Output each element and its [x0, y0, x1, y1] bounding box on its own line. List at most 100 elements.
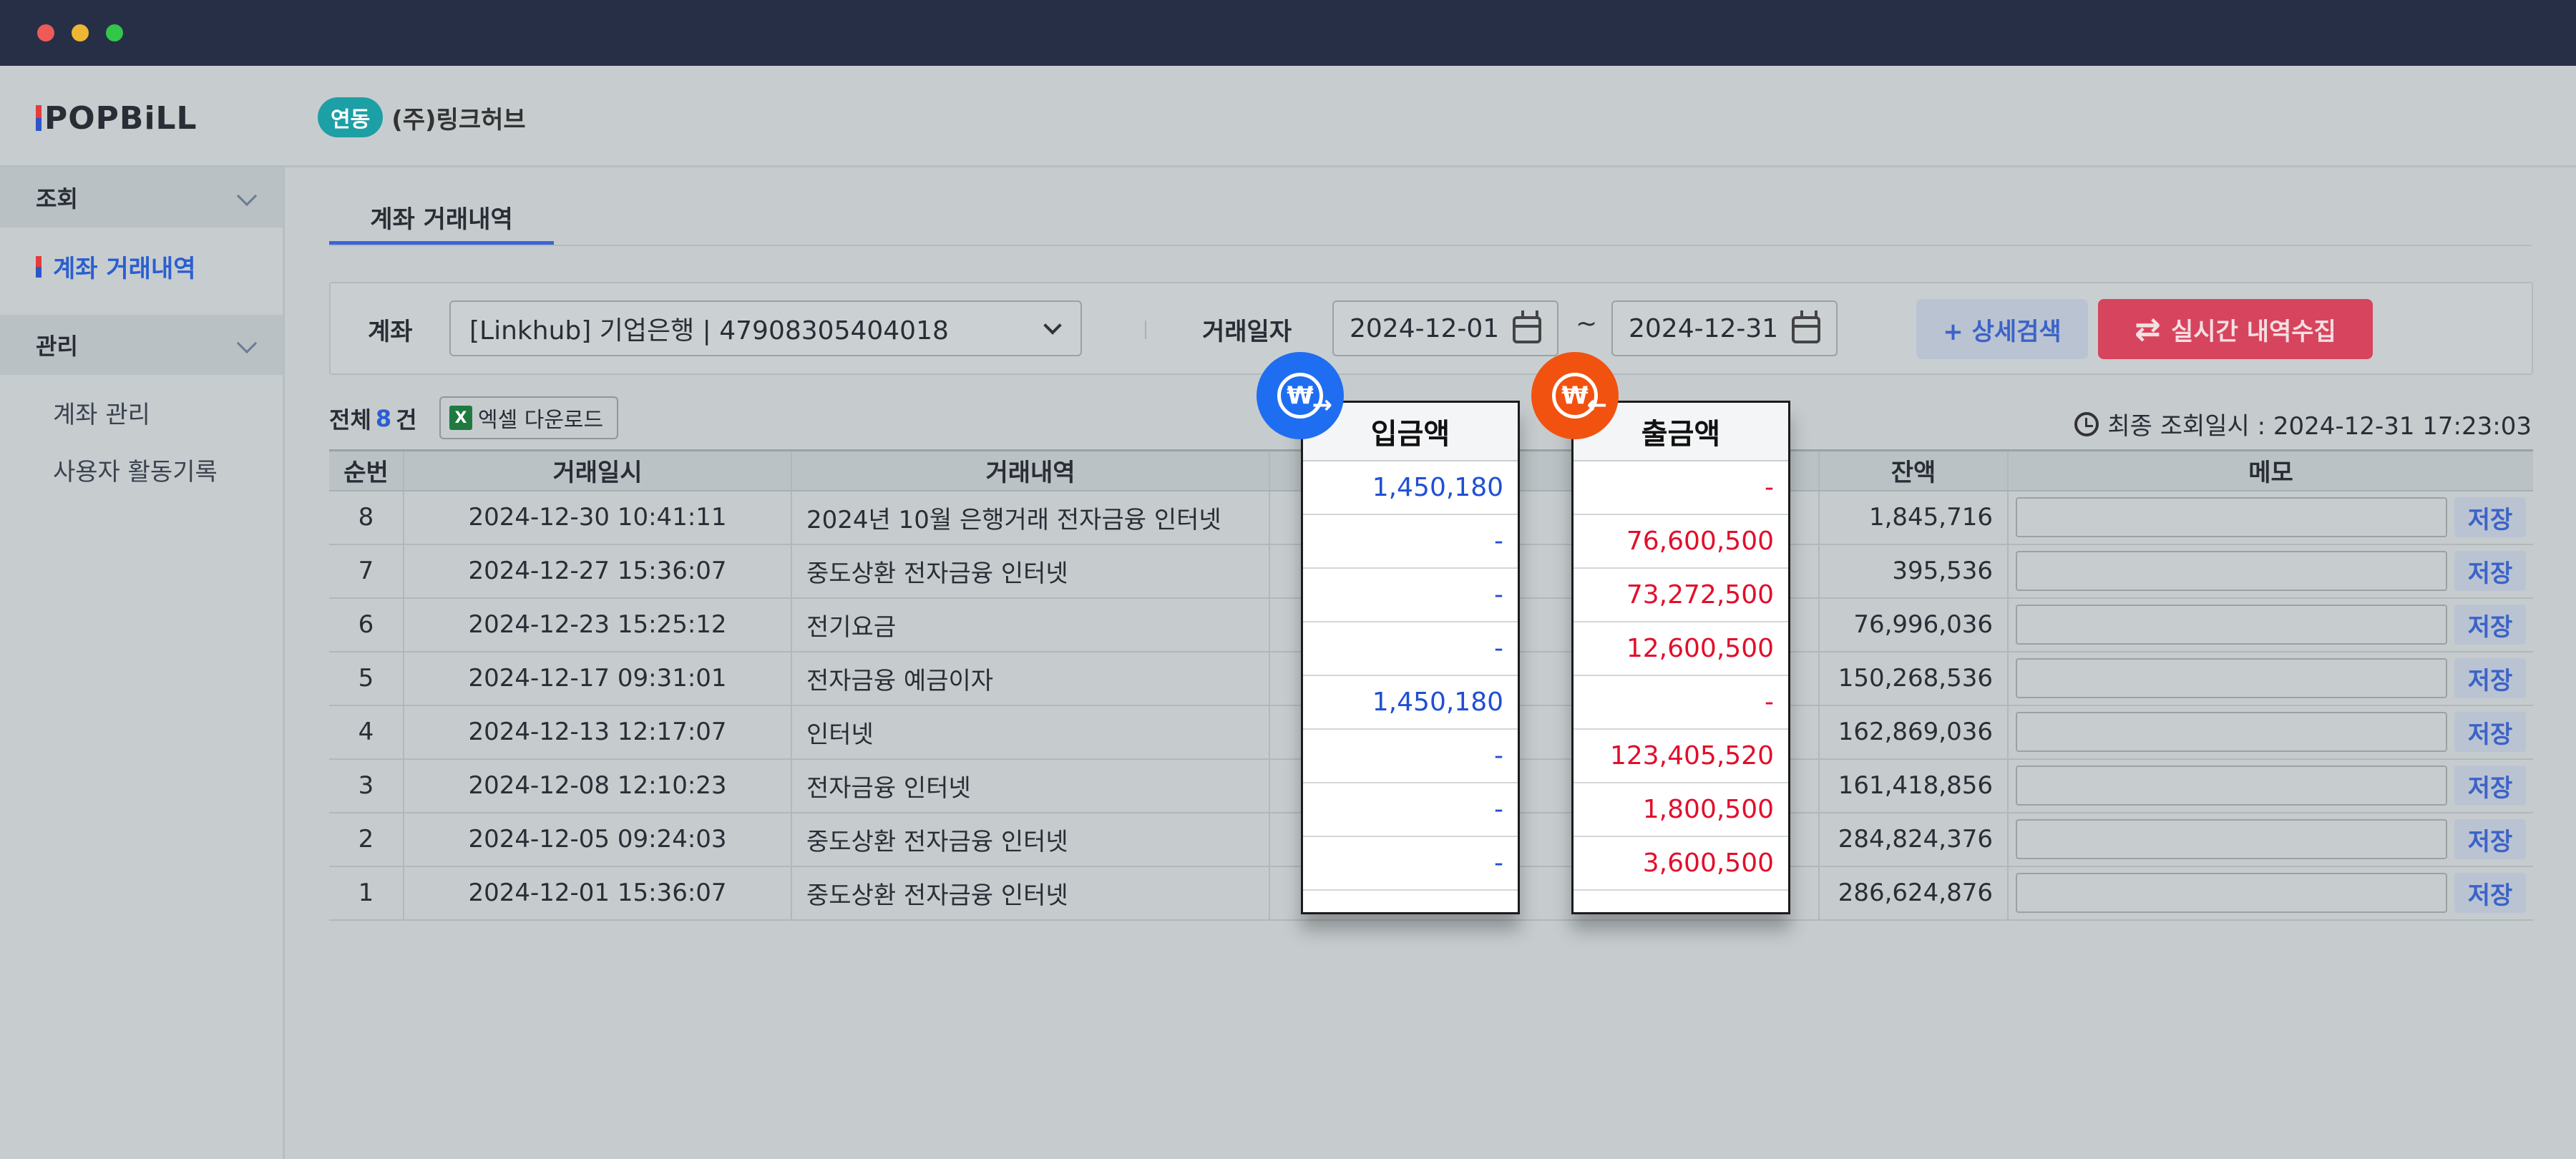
cell-no: 4: [329, 705, 404, 760]
withdraw-amount: 76,600,500: [1574, 515, 1788, 569]
account-select[interactable]: [Linkhub] 기업은행 | 47908305404018: [449, 300, 1082, 356]
window-titlebar: [0, 0, 2576, 66]
cell-no: 6: [329, 597, 404, 652]
total-count: 전체 8 건: [329, 402, 417, 435]
maximize-window-button[interactable]: [106, 24, 123, 41]
cell-description: 전자금융 인터넷: [791, 758, 1270, 813]
deposit-amount: 1,450,180: [1303, 461, 1518, 515]
cell-memo: 저장: [2008, 544, 2533, 599]
save-memo-button[interactable]: 저장: [2454, 819, 2526, 859]
deposit-card: 입금액 1,450,180- - -1,450,180- - -: [1301, 401, 1520, 914]
save-memo-button[interactable]: 저장: [2454, 658, 2526, 698]
cell-balance: 76,996,036: [1819, 597, 2009, 652]
calendar-icon[interactable]: [1792, 310, 1820, 343]
cell-memo: 저장: [2008, 705, 2533, 760]
tab-divider: [329, 245, 2532, 246]
tab-account-transactions[interactable]: 계좌 거래내역: [329, 193, 554, 246]
cell-no: 3: [329, 758, 404, 813]
withdraw-amount: -: [1574, 676, 1788, 730]
deposit-amount: -: [1303, 622, 1518, 676]
live-collect-button[interactable]: ⇄ 실시간 내역수집: [2098, 299, 2373, 359]
cell-description: 중도상환 전자금융 인터넷: [791, 812, 1270, 867]
memo-input[interactable]: [2016, 497, 2447, 537]
cell-memo: 저장: [2008, 597, 2533, 652]
calendar-icon[interactable]: [1513, 310, 1541, 343]
logo-text: POPBiLL: [44, 99, 197, 137]
header-no: 순번: [329, 449, 404, 492]
memo-input[interactable]: [2016, 551, 2447, 591]
chevron-down-icon: [236, 185, 258, 207]
memo-input[interactable]: [2016, 819, 2447, 859]
date-from-value: 2024-12-01: [1350, 313, 1500, 343]
popbill-logo[interactable]: POPBiLL: [36, 99, 197, 137]
sidebar: 조회 계좌 거래내역 관리 계좌 관리 사용자 활동기록: [0, 167, 285, 1159]
app-header: POPBiLL 연동 (주)링크허브: [0, 66, 2576, 167]
memo-input[interactable]: [2016, 873, 2447, 913]
memo-input[interactable]: [2016, 658, 2447, 698]
minimize-window-button[interactable]: [72, 24, 89, 41]
last-query-time: 최종 조회일시 : 2024-12-31 17:23:03: [2074, 406, 2532, 441]
memo-input[interactable]: [2016, 605, 2447, 645]
sync-icon: ⇄: [2135, 310, 2162, 348]
header-datetime: 거래일시: [404, 449, 792, 492]
sidebar-item-user-activity[interactable]: 사용자 활동기록: [53, 452, 218, 487]
cell-balance: 284,824,376: [1819, 812, 2009, 867]
header-balance: 잔액: [1819, 449, 2009, 492]
cell-memo: 저장: [2008, 758, 2533, 813]
deposit-amount: -: [1303, 730, 1518, 783]
cell-datetime: 2024-12-08 12:10:23: [404, 758, 792, 813]
cell-balance: 286,624,876: [1819, 866, 2009, 921]
date-from-input[interactable]: 2024-12-01: [1332, 300, 1558, 356]
clock-icon: [2074, 411, 2099, 436]
withdraw-amount: 3,600,500: [1574, 837, 1788, 891]
deposit-amount: -: [1303, 515, 1518, 569]
save-memo-button[interactable]: 저장: [2454, 712, 2526, 752]
withdraw-amount: 73,272,500: [1574, 569, 1788, 622]
date-label: 거래일자: [1202, 318, 1292, 346]
sidebar-item-account-management[interactable]: 계좌 관리: [53, 395, 150, 430]
live-collect-label: 실시간 내역수집: [2171, 317, 2336, 346]
total-count-value: 8: [375, 405, 392, 432]
withdraw-amount: -: [1574, 461, 1788, 515]
memo-input[interactable]: [2016, 712, 2447, 752]
cell-description: 전자금융 예금이자: [791, 651, 1270, 706]
sidebar-group-label: 관리: [36, 333, 78, 360]
date-to-input[interactable]: 2024-12-31: [1611, 300, 1838, 356]
excel-download-button[interactable]: X 엑셀 다운로드: [439, 396, 618, 439]
sidebar-item-account-transactions[interactable]: 계좌 거래내역: [36, 249, 196, 284]
date-range-separator: ~: [1576, 309, 1598, 338]
cell-description: 중도상환 전자금융 인터넷: [791, 544, 1270, 599]
save-memo-button[interactable]: 저장: [2454, 605, 2526, 645]
cell-datetime: 2024-12-13 12:17:07: [404, 705, 792, 760]
deposit-amount: 1,450,180: [1303, 676, 1518, 730]
save-memo-button[interactable]: 저장: [2454, 497, 2526, 537]
cell-datetime: 2024-12-30 10:41:11: [404, 490, 792, 545]
cell-memo: 저장: [2008, 866, 2533, 921]
chevron-down-icon: [236, 333, 258, 354]
cell-description: 2024년 10월 은행거래 전자금융 인터넷: [791, 490, 1270, 545]
cell-description: 중도상환 전자금융 인터넷: [791, 866, 1270, 921]
deposit-amount: -: [1303, 837, 1518, 891]
save-memo-button[interactable]: 저장: [2454, 766, 2526, 806]
detail-search-button[interactable]: + 상세검색: [1916, 299, 2088, 359]
sidebar-group-label: 조회: [36, 185, 78, 212]
deposit-amount: -: [1303, 783, 1518, 837]
memo-input[interactable]: [2016, 766, 2447, 806]
cell-balance: 162,869,036: [1819, 705, 2009, 760]
header-memo: 메모: [2008, 449, 2533, 492]
save-memo-button[interactable]: 저장: [2454, 551, 2526, 591]
account-label: 계좌: [368, 318, 413, 346]
filter-divider: [1145, 321, 1146, 339]
sidebar-group-inquiry[interactable]: 조회: [0, 167, 283, 228]
date-to-value: 2024-12-31: [1629, 313, 1779, 343]
cell-balance: 161,418,856: [1819, 758, 2009, 813]
company-name: (주)링크허브: [391, 105, 526, 135]
close-window-button[interactable]: [37, 24, 54, 41]
save-memo-button[interactable]: 저장: [2454, 873, 2526, 913]
link-status-badge: 연동: [318, 97, 384, 137]
sidebar-group-management[interactable]: 관리: [0, 315, 283, 375]
withdraw-card: 출금액 -76,600,500 73,272,500 12,600,500-123,…: [1571, 401, 1790, 914]
cell-no: 5: [329, 651, 404, 706]
sidebar-item-label: 계좌 거래내역: [53, 255, 196, 283]
cell-datetime: 2024-12-27 15:36:07: [404, 544, 792, 599]
